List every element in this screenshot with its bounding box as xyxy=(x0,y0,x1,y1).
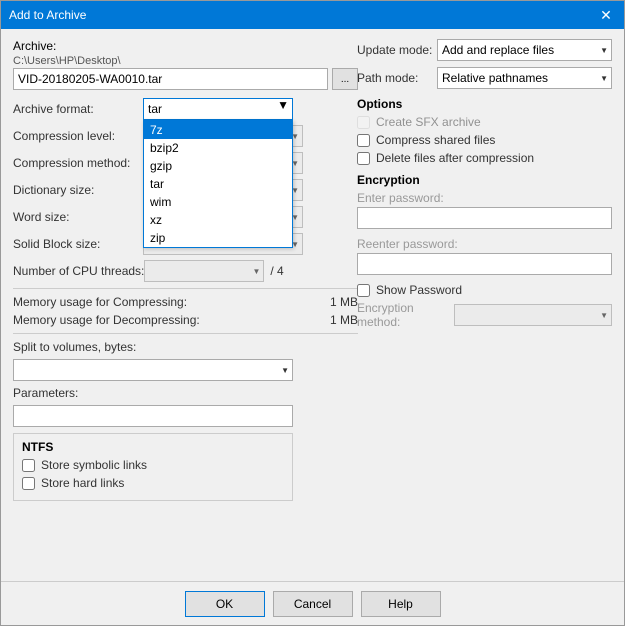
cpu-threads-label: Number of CPU threads: xyxy=(13,264,144,278)
compression-method-label: Compression method: xyxy=(13,156,143,170)
create-sfx-checkbox[interactable] xyxy=(357,116,370,129)
format-row: Archive format: tar ▼ 7z bzip2 gzip tar … xyxy=(13,98,358,120)
enter-password-label-row: Enter password: xyxy=(357,191,612,205)
archive-path-line1: C:\Users\HP\Desktop\ xyxy=(13,55,358,67)
archive-section: Archive: C:\Users\HP\Desktop\ ... xyxy=(13,39,358,90)
delete-after-checkbox[interactable] xyxy=(357,152,370,165)
format-select-wrapper: tar ▼ 7z bzip2 gzip tar wim xz zip xyxy=(143,98,293,120)
compression-level-label: Compression level: xyxy=(13,129,143,143)
dialog-body: Archive: C:\Users\HP\Desktop\ ... Archiv… xyxy=(1,29,624,581)
parameters-input[interactable] xyxy=(13,405,293,427)
add-to-archive-dialog: Add to Archive ✕ Archive: C:\Users\HP\De… xyxy=(0,0,625,626)
split-select[interactable] xyxy=(13,359,293,381)
encryption-title: Encryption xyxy=(357,173,612,187)
options-section: Options Create SFX archive Compress shar… xyxy=(357,97,612,165)
format-option-xz[interactable]: xz xyxy=(144,211,292,229)
update-mode-wrapper: Add and replace files ▼ xyxy=(437,39,612,61)
left-panel: Archive: C:\Users\HP\Desktop\ ... Archiv… xyxy=(13,39,358,501)
solid-block-label: Solid Block size: xyxy=(13,237,143,251)
memory-compressing-row: Memory usage for Compressing: 1 MB xyxy=(13,295,358,309)
format-select[interactable]: tar xyxy=(143,98,293,120)
format-option-bzip2[interactable]: bzip2 xyxy=(144,139,292,157)
encryption-method-select[interactable] xyxy=(454,304,612,326)
archive-label: Archive: xyxy=(13,39,358,53)
memory-decompressing-label: Memory usage for Decompressing: xyxy=(13,313,200,327)
browse-button[interactable]: ... xyxy=(332,68,358,90)
archive-path-input[interactable] xyxy=(13,68,328,90)
path-mode-select[interactable]: Relative pathnames xyxy=(437,67,612,89)
word-size-label: Word size: xyxy=(13,210,143,224)
format-option-gzip[interactable]: gzip xyxy=(144,157,292,175)
path-mode-wrapper: Relative pathnames ▼ xyxy=(437,67,612,89)
hard-links-checkbox[interactable] xyxy=(22,477,35,490)
enter-password-label: Enter password: xyxy=(357,191,444,205)
delete-after-label: Delete files after compression xyxy=(376,151,534,165)
symbolic-links-checkbox[interactable] xyxy=(22,459,35,472)
cpu-threads-select[interactable] xyxy=(144,260,264,282)
parameters-label: Parameters: xyxy=(13,386,143,400)
encryption-method-row: Encryption method: ▼ xyxy=(357,301,612,329)
password-input[interactable] xyxy=(357,207,612,229)
compress-shared-row: Compress shared files xyxy=(357,133,612,147)
format-label: Archive format: xyxy=(13,102,143,116)
encryption-method-wrapper: ▼ xyxy=(454,304,612,326)
memory-decompressing-row: Memory usage for Decompressing: 1 MB xyxy=(13,313,358,327)
dialog-title: Add to Archive xyxy=(9,8,86,22)
cpu-threads-wrapper: ▼ xyxy=(144,260,264,282)
format-option-tar[interactable]: tar xyxy=(144,175,292,193)
show-password-checkbox[interactable] xyxy=(357,284,370,297)
parameters-row: Parameters: xyxy=(13,386,358,400)
options-title: Options xyxy=(357,97,612,111)
create-sfx-label: Create SFX archive xyxy=(376,115,481,129)
memory-compressing-value: 1 MB xyxy=(330,295,358,309)
cancel-button[interactable]: Cancel xyxy=(273,591,353,617)
dictionary-size-label: Dictionary size: xyxy=(13,183,143,197)
split-input-row: ▼ xyxy=(13,359,358,381)
symbolic-links-row: Store symbolic links xyxy=(22,458,284,472)
update-mode-label: Update mode: xyxy=(357,43,437,57)
cpu-count-label: / 4 xyxy=(270,264,283,278)
show-password-label: Show Password xyxy=(376,283,462,297)
encryption-section: Encryption Enter password: Reenter passw… xyxy=(357,173,612,329)
split-label: Split to volumes, bytes: xyxy=(13,340,143,354)
format-dropdown: 7z bzip2 gzip tar wim xz zip xyxy=(143,120,293,248)
title-bar: Add to Archive ✕ xyxy=(1,1,624,29)
right-panel: Update mode: Add and replace files ▼ Pat… xyxy=(357,39,612,334)
format-option-7z[interactable]: 7z xyxy=(144,121,292,139)
compress-shared-label: Compress shared files xyxy=(376,133,495,147)
split-row: Split to volumes, bytes: xyxy=(13,340,358,354)
parameters-input-row xyxy=(13,405,358,427)
close-button[interactable]: ✕ xyxy=(596,5,616,25)
path-mode-label: Path mode: xyxy=(357,71,437,85)
reenter-password-label: Reenter password: xyxy=(357,237,458,251)
format-option-zip[interactable]: zip xyxy=(144,229,292,247)
memory-decompressing-value: 1 MB xyxy=(330,313,358,327)
reenter-password-input[interactable] xyxy=(357,253,612,275)
help-button[interactable]: Help xyxy=(361,591,441,617)
create-sfx-row: Create SFX archive xyxy=(357,115,612,129)
show-password-row: Show Password xyxy=(357,283,612,297)
compress-shared-checkbox[interactable] xyxy=(357,134,370,147)
ntfs-title: NTFS xyxy=(22,440,284,454)
encryption-method-label: Encryption method: xyxy=(357,301,450,329)
ok-button[interactable]: OK xyxy=(185,591,265,617)
hard-links-label: Store hard links xyxy=(41,476,124,490)
hard-links-row: Store hard links xyxy=(22,476,284,490)
ntfs-box: NTFS Store symbolic links Store hard lin… xyxy=(13,433,293,501)
delete-after-row: Delete files after compression xyxy=(357,151,612,165)
update-mode-row: Update mode: Add and replace files ▼ xyxy=(357,39,612,61)
memory-compressing-label: Memory usage for Compressing: xyxy=(13,295,187,309)
symbolic-links-label: Store symbolic links xyxy=(41,458,147,472)
reenter-password-label-row: Reenter password: xyxy=(357,237,612,251)
format-option-wim[interactable]: wim xyxy=(144,193,292,211)
path-mode-row: Path mode: Relative pathnames ▼ xyxy=(357,67,612,89)
dialog-footer: OK Cancel Help xyxy=(1,581,624,625)
update-mode-select[interactable]: Add and replace files xyxy=(437,39,612,61)
cpu-threads-row: Number of CPU threads: ▼ / 4 xyxy=(13,260,358,282)
split-input-wrapper: ▼ xyxy=(13,359,293,381)
